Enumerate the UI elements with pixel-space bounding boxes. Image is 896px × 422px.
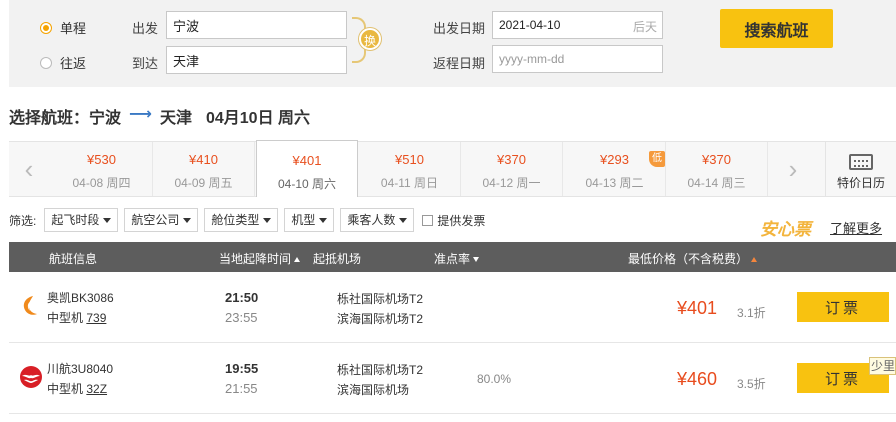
radio-selected-icon — [40, 21, 52, 34]
discount: 3.1折 — [737, 306, 766, 320]
flight-row: 奥凯BK3086 中型机 739 21:50 23:55 栎社国际机场T2 滨海… — [9, 272, 896, 343]
date-price: ¥410 — [189, 152, 218, 167]
filter-plane-dropdown[interactable]: 机型 — [284, 208, 335, 232]
header-price-sort[interactable]: 最低价格（不含税费） — [628, 250, 757, 267]
okay-airways-logo-icon — [23, 296, 37, 315]
to-city-input[interactable] — [166, 46, 347, 74]
date-label: 04-13 周二 — [585, 176, 644, 190]
ontime-rate: 80.0% — [477, 372, 512, 386]
trip-roundtrip-radio[interactable]: 往返 — [40, 53, 86, 72]
plane-model-link[interactable]: 739 — [86, 311, 106, 325]
discount: 3.5折 — [737, 377, 766, 391]
price-calendar-label: 特价日历 — [836, 176, 885, 190]
date-price: ¥530 — [87, 152, 116, 167]
trip-oneway-label: 单程 — [60, 21, 87, 36]
prev-dates-arrow-icon[interactable]: ‹ — [9, 142, 49, 196]
filter-depart-time-dropdown[interactable]: 起飞时段 — [44, 208, 119, 232]
route-from: 宁波 — [89, 110, 122, 127]
depart-airport: 栎社国际机场T2 — [337, 363, 424, 377]
depart-date-hint: 后天 — [633, 20, 658, 34]
book-button[interactable]: 订票 — [797, 292, 889, 322]
date-label: 04-12 周一 — [482, 176, 541, 190]
filter-label: 筛选: — [9, 213, 37, 228]
date-label: 04-08 周四 — [72, 176, 131, 190]
return-date-label: 返程日期 — [433, 56, 486, 71]
calendar-icon — [849, 154, 873, 170]
learn-more-link[interactable]: 了解更多 — [830, 218, 882, 237]
low-price-badge: 低 — [649, 151, 665, 167]
header-ontime-sort[interactable]: 准点率 — [434, 250, 479, 267]
plane-type: 中型机 — [47, 382, 84, 396]
trip-roundtrip-label: 往返 — [60, 56, 87, 71]
invoice-checkbox-label: 提供发票 — [437, 213, 486, 228]
plane-type: 中型机 — [47, 311, 84, 325]
date-cell[interactable]: ¥370 04-14 周三 — [666, 142, 768, 196]
trip-oneway-radio[interactable]: 单程 — [40, 18, 86, 37]
next-dates-arrow-icon[interactable]: › — [773, 142, 813, 196]
return-date-input[interactable] — [492, 45, 663, 73]
radio-empty-icon — [40, 56, 52, 69]
route-to: 天津 — [159, 110, 192, 127]
date-price: ¥370 — [497, 152, 526, 167]
plane-info: 中型机 32Z — [47, 380, 107, 397]
search-flights-button[interactable]: 搜索航班 — [720, 9, 833, 48]
date-price: ¥401 — [292, 153, 322, 168]
plane-model-link[interactable]: 32Z — [86, 382, 107, 396]
date-label: 04-09 周五 — [174, 176, 233, 190]
depart-airport: 栎社国际机场T2 — [337, 292, 424, 306]
route-prefix: 选择航班： — [9, 110, 90, 127]
header-airport: 起抵机场 — [313, 252, 362, 266]
header-time-sort[interactable]: 当地起降时间 — [219, 250, 300, 267]
date-cell[interactable]: ¥370 04-12 周一 — [461, 142, 563, 196]
depart-time: 21:50 — [225, 290, 259, 305]
depart-time: 19:55 — [225, 361, 259, 376]
lowest-price: ¥401 — [677, 298, 718, 318]
invoice-checkbox[interactable]: 提供发票 — [422, 212, 485, 229]
from-city-input[interactable] — [166, 11, 347, 39]
depart-date-label: 出发日期 — [433, 21, 486, 36]
from-label: 出发 — [132, 21, 159, 36]
arrive-time: 23:55 — [225, 310, 258, 325]
to-label: 到达 — [132, 56, 159, 71]
date-price: ¥510 — [395, 152, 424, 167]
date-cell[interactable]: ¥410 04-09 周五 — [153, 142, 255, 196]
plane-info: 中型机 739 — [47, 309, 106, 326]
date-price: ¥370 — [702, 152, 731, 167]
filter-passengers-dropdown[interactable]: 乘客人数 — [340, 208, 415, 232]
route-heading: 选择航班： 宁波 ⟶ 天津 04月10日 周六 — [9, 104, 310, 128]
date-label: 04-10 周六 — [277, 177, 337, 191]
date-cell-selected[interactable]: ¥401 04-10 周六 — [256, 140, 358, 197]
swap-cities-button[interactable]: 换 — [359, 28, 381, 50]
less-tooltip: 少里 — [869, 357, 896, 375]
search-panel: 单程 往返 出发 到达 换 出发日期 后天 返程日期 搜索航班 — [9, 0, 896, 87]
checkbox-icon — [422, 214, 434, 226]
arrive-airport: 滨海国际机场T2 — [337, 312, 424, 326]
route-arrow-icon: ⟶ — [129, 106, 152, 123]
date-strip: ‹ ¥530 04-08 周四 ¥410 04-09 周五 ¥401 04-10 周六… — [9, 140, 896, 197]
date-cell[interactable]: ¥530 04-08 周四 — [51, 142, 153, 196]
header-flight-info: 航班信息 — [49, 252, 98, 266]
date-cell[interactable]: ¥510 04-11 周日 — [359, 142, 461, 196]
route-date: 04月10日 周六 — [205, 110, 311, 127]
anxin-ticket-logo: 安心票 — [760, 220, 811, 239]
date-cell[interactable]: ¥293 04-13 周二低 — [564, 142, 666, 196]
filter-bar: 筛选: 起飞时段 航空公司 舱位类型 机型 乘客人数 提供发票 — [9, 207, 485, 233]
sichuan-airlines-logo-icon — [20, 366, 42, 388]
price-calendar-button[interactable]: 特价日历 — [825, 142, 896, 196]
filter-airline-dropdown[interactable]: 航空公司 — [124, 208, 199, 232]
filter-cabin-dropdown[interactable]: 舱位类型 — [204, 208, 279, 232]
date-label: 04-11 周日 — [380, 176, 439, 190]
flight-row: 川航3U8040 中型机 32Z 19:55 21:55 栎社国际机场T2 滨海… — [9, 343, 896, 414]
arrive-airport: 滨海国际机场 — [337, 383, 410, 397]
arrive-time: 21:55 — [225, 381, 258, 396]
flight-table-header: 航班信息 当地起降时间 起抵机场 准点率 最低价格（不含税费） — [9, 242, 896, 272]
airline-flight-number[interactable]: 奥凯BK3086 — [47, 289, 114, 306]
lowest-price: ¥460 — [677, 369, 718, 389]
date-label: 04-14 周三 — [687, 176, 746, 190]
airline-flight-number[interactable]: 川航3U8040 — [47, 360, 113, 377]
